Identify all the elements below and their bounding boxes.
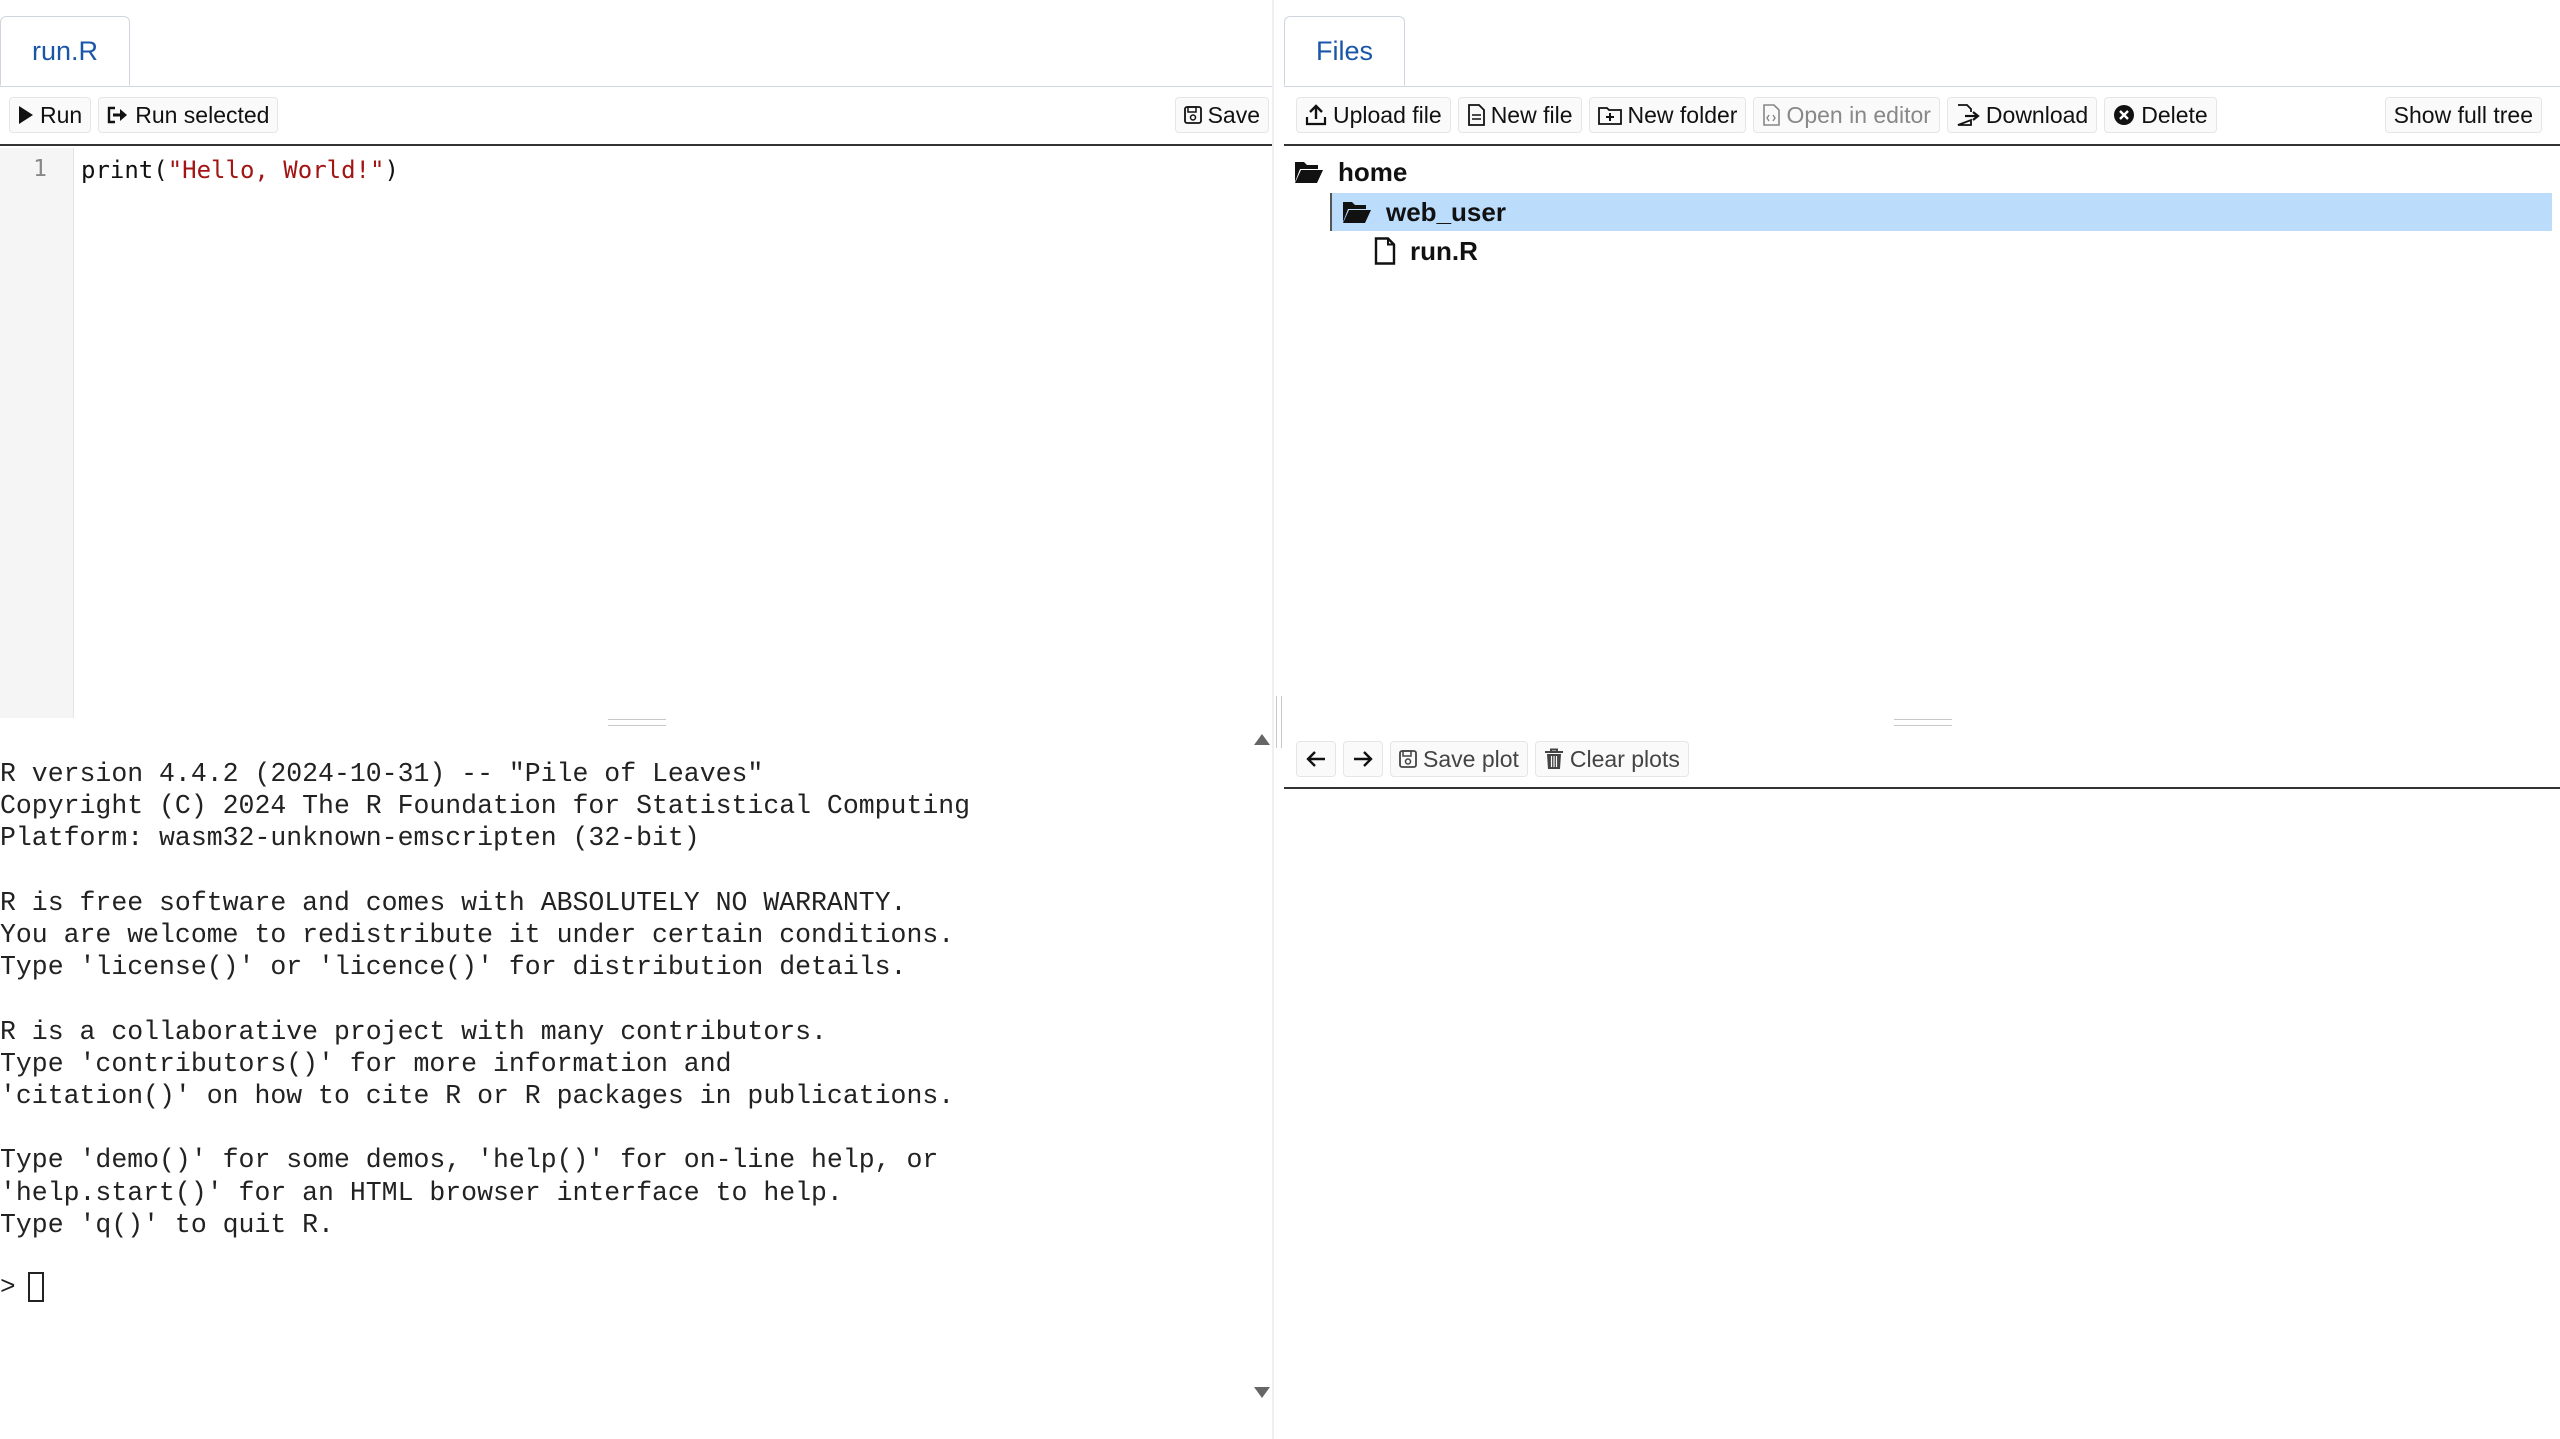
show-full-tree-button[interactable]: Show full tree [2384, 97, 2542, 133]
plot-area [1284, 790, 2560, 1439]
console-line: Type 'license()' or 'licence()' for dist… [0, 952, 907, 983]
save-plot-label: Save plot [1423, 745, 1519, 772]
next-plot-button[interactable] [1343, 741, 1383, 777]
console-line: Platform: wasm32-unknown-emscripten (32-… [0, 823, 700, 854]
console-line: Copyright (C) 2024 The R Foundation for … [0, 791, 971, 822]
folder-open-icon [1342, 200, 1372, 224]
tree-item-label: web_user [1386, 196, 1506, 227]
tab-run-r[interactable]: run.R [0, 16, 131, 86]
tree-item-home[interactable]: home [1294, 155, 1407, 189]
code-editor[interactable]: print("Hello, World!") [81, 156, 399, 184]
code-string: "Hello, World!" [167, 156, 385, 184]
delete-button[interactable]: Delete [2104, 97, 2217, 133]
editor-console-splitter[interactable] [608, 719, 666, 726]
tree-item-label: home [1338, 156, 1408, 187]
save-plot-button[interactable]: Save plot [1390, 741, 1528, 777]
code-fn: print( [81, 156, 168, 184]
code-close: ) [384, 156, 399, 184]
play-icon [18, 105, 34, 125]
editor-toolbar-divider [0, 144, 1272, 146]
editor-toolbar: Run Run selected Save [9, 86, 1271, 144]
console-scroll-up-icon[interactable] [1254, 734, 1270, 745]
file-icon [1467, 104, 1485, 126]
line-number: 1 [33, 156, 47, 182]
arrow-right-icon [1352, 749, 1374, 769]
console-cursor [27, 1272, 44, 1302]
new-folder-label: New folder [1627, 101, 1738, 128]
console-line: R version 4.4.2 (2024-10-31) -- "Pile of… [0, 759, 764, 789]
tree-indent-line [1330, 193, 1332, 231]
delete-icon [2113, 104, 2135, 126]
console-line: Type 'demo()' for some demos, 'help()' f… [0, 1145, 939, 1176]
console-scroll-down-icon[interactable] [1254, 1387, 1270, 1398]
console-line: 'help.start()' for an HTML browser inter… [0, 1177, 843, 1208]
run-selected-label: Run selected [135, 101, 270, 128]
upload-file-label: Upload file [1333, 101, 1442, 128]
selected-row-highlight [1330, 193, 2552, 231]
save-label: Save [1207, 101, 1260, 128]
tab-label: run.R [32, 35, 99, 66]
console-output: R version 4.4.2 (2024-10-31) -- "Pile of… [0, 758, 1250, 1241]
arrow-left-icon [1305, 749, 1327, 769]
vertical-splitter-handle[interactable] [1276, 696, 1282, 748]
files-plots-splitter[interactable] [1894, 719, 1952, 726]
show-full-tree-label: Show full tree [2393, 101, 2533, 128]
console-line: R is free software and comes with ABSOLU… [0, 887, 907, 918]
previous-plot-button[interactable] [1296, 741, 1336, 777]
plots-toolbar: Save plot Clear plots [1296, 730, 2546, 788]
console-line: 'citation()' on how to cite R or R packa… [0, 1081, 955, 1111]
run-button[interactable]: Run [9, 97, 92, 133]
prompt-symbol: > [0, 1272, 16, 1302]
files-toolbar-divider [1284, 144, 2560, 146]
delete-label: Delete [2141, 101, 2208, 128]
clear-plots-button[interactable]: Clear plots [1534, 741, 1689, 777]
files-toolbar: Upload file New file New folder Open in … [1296, 86, 2542, 144]
run-selected-button[interactable]: Run selected [98, 97, 279, 133]
tab-files[interactable]: Files [1284, 16, 1406, 86]
download-button[interactable]: Download [1946, 97, 2098, 133]
new-file-button[interactable]: New file [1457, 97, 1582, 133]
console-line: R is a collaborative project with many c… [0, 1016, 827, 1047]
console-line: Type 'q()' to quit R. [0, 1209, 334, 1240]
tree-item-web-user[interactable]: web_user [1342, 195, 1506, 229]
save-button[interactable]: Save [1174, 97, 1269, 133]
save-icon [1399, 750, 1417, 768]
download-icon [1956, 104, 1980, 126]
plots-toolbar-divider [1284, 787, 2560, 789]
file-icon [1374, 237, 1396, 265]
clear-plots-label: Clear plots [1569, 745, 1680, 772]
new-file-label: New file [1490, 101, 1573, 128]
open-editor-icon [1762, 104, 1781, 126]
folder-open-icon [1294, 160, 1324, 184]
open-in-editor-label: Open in editor [1786, 101, 1931, 128]
save-icon [1183, 106, 1202, 124]
run-selected-icon [107, 105, 129, 125]
upload-file-button[interactable]: Upload file [1296, 97, 1451, 133]
download-label: Download [1985, 101, 2089, 128]
editor-tabbar: run.R [0, 0, 1272, 87]
tree-item-run-r[interactable]: run.R [1374, 234, 1478, 268]
folder-plus-icon [1597, 105, 1622, 125]
tree-item-label: run.R [1410, 235, 1478, 266]
open-in-editor-button[interactable]: Open in editor [1753, 97, 1940, 133]
trash-icon [1544, 748, 1564, 770]
console-line: You are welcome to redistribute it under… [0, 920, 955, 950]
line-number-gutter: 1 [0, 148, 74, 718]
pane-separator [1272, 0, 1274, 1439]
console-prompt[interactable]: > [0, 1272, 44, 1302]
files-tabbar: Files [1284, 0, 2560, 87]
run-label: Run [40, 101, 83, 128]
console-line: Type 'contributors()' for more informati… [0, 1048, 732, 1079]
tab-label: Files [1316, 35, 1374, 66]
new-folder-button[interactable]: New folder [1588, 97, 1747, 133]
upload-icon [1305, 104, 1327, 126]
